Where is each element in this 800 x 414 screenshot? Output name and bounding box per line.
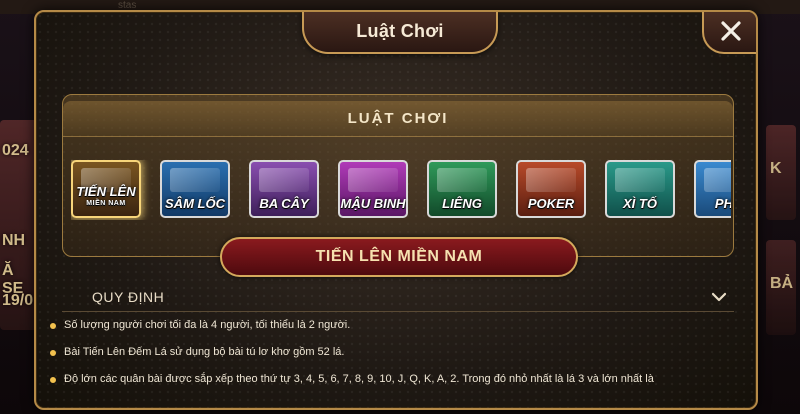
section-title: QUY ĐỊNH <box>92 288 165 305</box>
game-art <box>259 168 309 192</box>
rule-item: Độ lớn các quân bài được sắp xếp theo th… <box>50 372 710 399</box>
game-art <box>615 168 665 192</box>
game-art <box>170 168 220 192</box>
rule-item: Số lượng người chơi tối đa là 4 người, t… <box>50 318 710 345</box>
selected-game-banner: TIẾN LÊN MIỀN NAM <box>220 237 578 277</box>
game-label-main: TIẾN LÊN <box>76 184 136 199</box>
close-button[interactable] <box>702 12 756 54</box>
close-icon <box>721 21 741 41</box>
selected-game-title: TIẾN LÊN MIỀN NAM <box>315 248 483 265</box>
game-art <box>437 168 487 192</box>
rule-item: Bài Tiến Lên Đếm Lá sử dụng bộ bài tú lơ… <box>50 345 710 372</box>
game-label: LIÊNG <box>442 196 482 211</box>
game-art <box>348 168 398 192</box>
game-tile-poker[interactable]: POKER <box>516 160 586 218</box>
game-label-sub: MIỀN NAM <box>86 200 126 207</box>
background-right-text-2: BẢ <box>770 275 794 292</box>
game-tile-sam-loc[interactable]: SÂM LỐC <box>160 160 230 218</box>
game-art <box>704 168 731 192</box>
panel-title: LUẬT CHƠI <box>347 110 449 127</box>
game-label: BA CÂY <box>259 196 309 211</box>
background-left-text-1: 024 <box>2 142 29 159</box>
game-tile-lieng[interactable]: LIÊNG <box>427 160 497 218</box>
background-left-text-2: NH <box>2 232 26 249</box>
game-tile-tien-len[interactable]: TIẾN LÊN MIỀN NAM <box>71 160 141 218</box>
modal-title-tab: Luật Chơi <box>302 12 498 54</box>
game-selector-panel: LUẬT CHƠI TIẾN LÊN MIỀN NAM SÂM LỐC BA C… <box>62 94 734 257</box>
game-label: PHỎ <box>714 196 731 211</box>
game-label: TIẾN LÊN MIỀN NAM <box>76 184 136 210</box>
background-left-card: 024 NH Ă SE 19/0 <box>0 120 38 330</box>
game-tile-ba-cay[interactable]: BA CÂY <box>249 160 319 218</box>
panel-title-bar: LUẬT CHƠI <box>63 101 733 137</box>
background-right-card-2: BẢ <box>766 240 796 335</box>
game-label: XÌ TỐ <box>623 196 657 211</box>
game-tile-xi-to[interactable]: XÌ TỐ <box>605 160 675 218</box>
game-art <box>526 168 576 192</box>
game-list[interactable]: TIẾN LÊN MIỀN NAM SÂM LỐC BA CÂY MẬU BIN… <box>71 160 731 220</box>
chevron-down-icon <box>711 292 727 301</box>
background-right-text-1: K <box>770 160 782 177</box>
background-right-card-1: K <box>766 125 796 220</box>
modal-title: Luật Chơi <box>356 20 444 41</box>
game-tile-pho[interactable]: PHỎ <box>694 160 731 218</box>
game-tile-mau-binh[interactable]: MẬU BINH <box>338 160 408 218</box>
game-label: POKER <box>527 196 575 211</box>
game-label: SÂM LỐC <box>165 196 225 211</box>
game-label: MẬU BINH <box>340 196 406 211</box>
rules-list: Số lượng người chơi tối đa là 4 người, t… <box>50 318 710 399</box>
rules-section-toggle[interactable]: QUY ĐỊNH <box>62 282 734 312</box>
background-left-text-4: 19/0 <box>2 292 34 309</box>
